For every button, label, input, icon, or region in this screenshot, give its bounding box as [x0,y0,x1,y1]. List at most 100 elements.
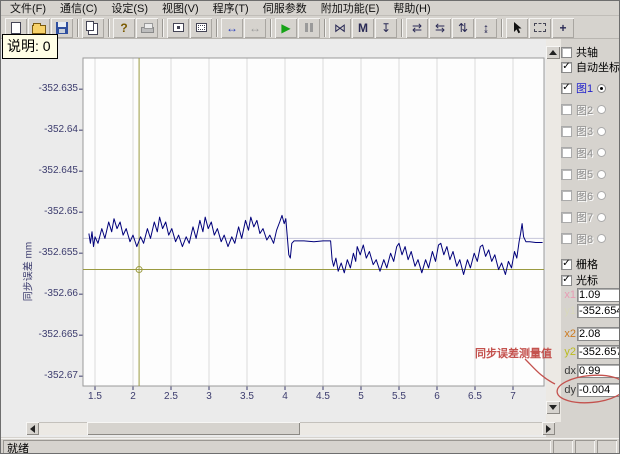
menu-item-settings[interactable]: 设定(S) [104,0,155,17]
status-bar: 就绪 [1,438,620,454]
menu-item-program[interactable]: 程序(T) [206,0,256,17]
field-label-y1: y1 [561,305,576,317]
field-value-x2[interactable]: 2.08 [577,327,620,341]
plot-row-4: 图4 [561,146,606,160]
field-value-y1[interactable]: -352.654 [577,304,620,318]
x-tick-label: 7 [496,391,530,402]
right-panel: 共轴✓自动坐标✓图1图2图3图4图5图6图7图8✓栅格✓光标x11.09y1-3… [561,39,620,437]
y-tick-label: -352.635 [31,83,78,94]
plot-radio [597,170,606,179]
up-arrow-icon [549,50,557,55]
pause-icon [298,18,320,38]
status-message: 就绪 [3,440,551,454]
field-value-x1[interactable]: 1.09 [577,288,620,302]
pan-icon[interactable]: + [552,18,574,38]
field-row-x1: x11.09 [561,287,620,302]
menu-item-help[interactable]: 帮助(H) [386,0,437,17]
y-tick-label: -352.665 [31,329,78,340]
field-value-dy[interactable]: -0.004 [577,383,620,397]
zoom-window-icon[interactable]: ⋈ [329,18,351,38]
menu-item-extra-functions[interactable]: 附加功能(E) [314,0,387,17]
plot-label: 图1 [576,80,593,96]
marker-box-icon [173,23,184,32]
plot-label: 图8 [576,231,593,247]
copy-icon [86,21,94,31]
pointer-icon[interactable] [506,18,528,38]
select-rect-icon [534,23,546,32]
scroll-left-button[interactable] [26,422,39,435]
right-arrow-icon [546,425,551,433]
scroll-right-button[interactable] [542,422,555,435]
stretch-x-icon[interactable]: ↔ [221,18,243,38]
checkbox-row-auto-scale[interactable]: ✓ 自动坐标 [561,60,620,74]
toolbar-separator [501,19,503,37]
menu-item-view[interactable]: 视图(V) [155,0,206,17]
checkbox [561,104,572,115]
field-label-x1: x1 [561,289,576,301]
horizontal-scrollbar[interactable] [26,422,555,435]
panel-scrollbar[interactable] [546,39,561,422]
field-value-y2[interactable]: -352.657 [577,345,620,359]
marker-box-dotted-icon [196,23,207,32]
y-tick-label: -352.655 [31,247,78,258]
checkbox [561,190,572,201]
x-tick-label: 2 [116,391,150,402]
annotation-label: 同步误差测量值 [475,345,552,361]
toolbar-separator [162,19,164,37]
plot-radio [597,234,606,243]
checkbox-checked[interactable]: ✓ [561,259,572,270]
checkbox [561,169,572,180]
menu-item-servo-params[interactable]: 伺服参数 [256,0,314,17]
plot-label: 图3 [576,123,593,139]
chart-area[interactable]: -352.635-352.64-352.645-352.65-352.655-3… [1,39,546,437]
save-icon [56,22,68,34]
status-cell [575,440,595,454]
toolbar-separator [77,19,79,37]
checkbox-row-grid[interactable]: ✓栅格 [561,257,598,271]
checkbox-checked[interactable]: ✓ [561,83,572,94]
marker-box-dotted-icon[interactable] [190,18,212,38]
checkbox-label: 自动坐标 [576,59,620,75]
chart-canvas[interactable] [1,39,546,437]
checkbox-row-shared-axis[interactable]: 共轴 [561,45,598,59]
checkbox-row-cursor[interactable]: ✓光标 [561,273,598,287]
plot-row-1[interactable]: ✓ 图1 [561,81,606,95]
toolbar-separator [216,19,218,37]
scale-x-expand-icon[interactable]: ⇄ [406,18,428,38]
y-axis-title: 同步误差 mm [20,232,35,312]
scroll-up-button[interactable] [546,46,560,59]
scrollbar-thumb[interactable] [87,422,300,435]
y-tick-label: -352.645 [31,165,78,176]
checkbox [561,233,572,244]
copy-icon[interactable] [82,18,104,38]
scale-y-expand-icon[interactable]: ⇅ [452,18,474,38]
app-window: 文件(F)通信(C)设定(S)视图(V)程序(T)伺服参数附加功能(E)帮助(H… [0,0,620,454]
y-tick-label: -352.64 [31,124,78,135]
field-value-dx[interactable]: 0.99 [577,364,620,378]
select-rect-icon[interactable] [529,18,551,38]
field-label-dx: dx [561,365,576,377]
plot-row-2: 图2 [561,103,606,117]
checkbox-checked[interactable]: ✓ [561,62,572,73]
plot-row-6: 图6 [561,189,606,203]
checkbox-checked[interactable]: ✓ [561,275,572,286]
menu-item-file[interactable]: 文件(F) [3,0,53,17]
plot-row-3: 图3 [561,124,606,138]
pause-icon [305,23,308,32]
x-tick-label: 5.5 [382,391,416,402]
toolbar-separator [324,19,326,37]
menu-item-comm[interactable]: 通信(C) [53,0,104,17]
zoom-fit-y-icon[interactable]: ↧ [375,18,397,38]
scale-y-shrink-icon[interactable]: ↨ [475,18,497,38]
marker-box-icon[interactable] [167,18,189,38]
zoom-manual-icon[interactable]: M [352,18,374,38]
plot-radio-selected[interactable] [597,84,606,93]
run-icon[interactable]: ▶ [275,18,297,38]
field-label-dy: dy [561,384,576,396]
field-row-y2: y2-352.657 [561,344,620,359]
scroll-down-button[interactable] [546,401,560,414]
scale-x-shrink-icon[interactable]: ⇆ [429,18,451,38]
checkbox[interactable] [561,47,572,58]
help-icon[interactable]: ? [113,18,135,38]
checkbox-label: 共轴 [576,44,598,60]
